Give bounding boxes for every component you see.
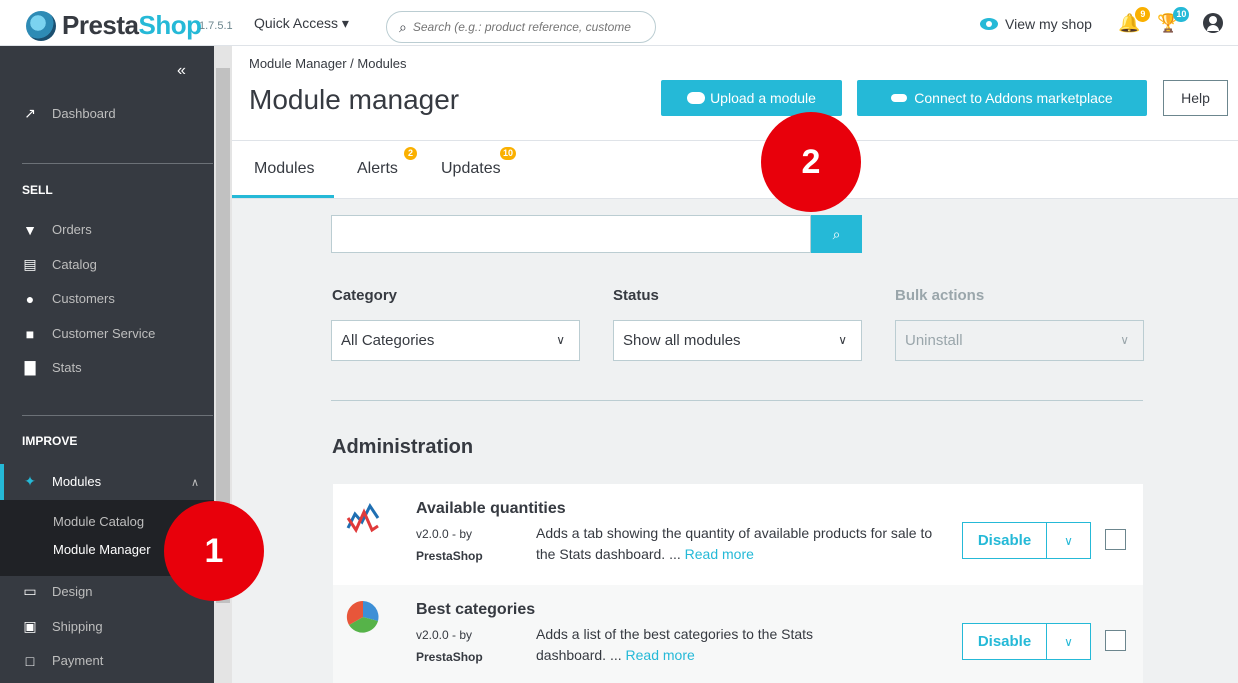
search-icon: ⌕ xyxy=(832,225,841,242)
alerts-badge: 2 xyxy=(404,147,417,160)
breadcrumb[interactable]: Module Manager / Modules xyxy=(249,56,407,71)
annotation-marker-1: 1 xyxy=(164,501,264,601)
annotation-marker-2: 2 xyxy=(761,112,861,212)
chat-icon: ■ xyxy=(25,325,35,342)
module-search-button[interactable]: ⌕ xyxy=(811,215,862,253)
sidebar-item-shipping[interactable]: ▣ Shipping xyxy=(22,618,102,634)
disable-button[interactable]: Disable xyxy=(962,522,1047,559)
category-select[interactable]: All Categories ∨ xyxy=(331,320,580,361)
chevron-down-icon: ∨ xyxy=(556,333,565,347)
module-actions-dropdown[interactable]: ∨ xyxy=(1046,623,1091,660)
sidebar-item-design[interactable]: ▭ Design xyxy=(22,583,92,599)
submenu-module-manager[interactable]: Module Manager xyxy=(53,542,151,557)
connect-addons-button[interactable]: Connect to Addons marketplace xyxy=(857,80,1147,116)
module-select-checkbox[interactable] xyxy=(1105,630,1126,651)
sidebar-item-payment[interactable]: □ Payment xyxy=(22,652,104,669)
read-more-link[interactable]: Read more xyxy=(685,546,754,562)
credit-card-icon: □ xyxy=(25,652,35,669)
monitor-icon: ▭ xyxy=(23,583,37,599)
header-search[interactable]: ⌕ xyxy=(386,11,656,43)
account-icon: ● xyxy=(25,290,35,307)
header-search-input[interactable] xyxy=(412,20,633,34)
sidebar-divider xyxy=(22,415,213,416)
brand-name: PrestaShop xyxy=(62,10,202,40)
customers-badge: 10 xyxy=(1173,7,1190,22)
sidebar-heading-sell: SELL xyxy=(22,183,53,197)
module-row: Available quantities v2.0.0 - by PrestaS… xyxy=(333,484,1143,585)
orders-badge: 9 xyxy=(1135,7,1151,22)
status-label: Status xyxy=(613,287,659,304)
upload-module-button[interactable]: Upload a module xyxy=(661,80,842,116)
sidebar-item-catalog[interactable]: ▤ Catalog xyxy=(22,256,96,272)
user-avatar-icon[interactable] xyxy=(1203,13,1223,33)
sidebar-item-dashboard[interactable]: ↗ Dashboard xyxy=(22,105,115,121)
puffin-logo-icon xyxy=(26,10,56,41)
submenu-module-catalog[interactable]: Module Catalog xyxy=(53,514,144,529)
chevron-down-icon: ∨ xyxy=(1064,634,1073,649)
module-actions-dropdown[interactable]: ∨ xyxy=(1046,522,1091,559)
key-icon xyxy=(891,94,908,102)
version-label: 1.7.5.1 xyxy=(199,20,233,32)
customers-notification-icon[interactable]: 🏆 10 xyxy=(1157,7,1190,34)
search-icon: ⌕ xyxy=(399,18,407,35)
sidebar-item-customers[interactable]: ● Customers xyxy=(22,290,115,307)
view-shop-label: View my shop xyxy=(1005,16,1092,32)
line-chart-module-icon xyxy=(346,503,380,534)
quick-access-dropdown[interactable]: Quick Access ▾ xyxy=(254,15,349,32)
read-more-link[interactable]: Read more xyxy=(626,647,695,663)
module-description: Adds a list of the best categories to th… xyxy=(536,626,814,663)
tab-modules[interactable]: Modules xyxy=(254,160,314,178)
updates-badge: 10 xyxy=(500,147,517,160)
sidebar-heading-improve: IMPROVE xyxy=(22,434,78,448)
store-icon: ▤ xyxy=(23,256,37,272)
disable-button[interactable]: Disable xyxy=(962,623,1047,660)
sidebar-item-stats[interactable]: ▇ Stats xyxy=(22,359,82,375)
tab-alerts[interactable]: Alerts xyxy=(357,160,398,178)
module-description: Adds a tab showing the quantity of avail… xyxy=(536,525,933,562)
chevron-down-icon: ∨ xyxy=(1120,333,1129,347)
chevron-up-icon[interactable]: ∧ xyxy=(191,476,199,489)
truck-icon: ▣ xyxy=(23,618,37,634)
sidebar-item-orders[interactable]: ▼ Orders xyxy=(22,221,92,238)
tab-updates[interactable]: Updates xyxy=(441,160,501,178)
section-divider xyxy=(331,400,1143,401)
pie-chart-module-icon xyxy=(346,600,379,633)
status-select[interactable]: Show all modules ∨ xyxy=(613,320,862,361)
top-header: PrestaShop 1.7.5.1 Quick Access ▾ ⌕ View… xyxy=(0,0,1238,46)
module-select-checkbox[interactable] xyxy=(1105,529,1126,550)
page-title: Module manager xyxy=(249,84,460,115)
chevron-down-icon: ∨ xyxy=(838,333,847,347)
module-name[interactable]: Available quantities xyxy=(416,500,566,518)
sidebar-item-modules[interactable]: ✦ Modules xyxy=(22,473,101,489)
eye-icon xyxy=(980,18,998,30)
bulk-actions-select: Uninstall ∨ xyxy=(895,320,1144,361)
module-author: PrestaShop xyxy=(416,650,483,664)
module-search-input[interactable] xyxy=(331,215,811,253)
module-author: PrestaShop xyxy=(416,549,483,563)
view-my-shop-link[interactable]: View my shop xyxy=(980,16,1092,32)
help-button[interactable]: Help xyxy=(1163,80,1228,116)
category-label: Category xyxy=(332,287,398,304)
bulk-actions-label: Bulk actions xyxy=(895,287,985,304)
basket-icon: ▼ xyxy=(23,221,37,238)
collapse-sidebar-icon[interactable]: « xyxy=(177,62,186,80)
module-row: Best categories v2.0.0 - by PrestaShop A… xyxy=(333,585,1143,683)
sidebar-item-customer-service[interactable]: ■ Customer Service xyxy=(22,325,156,342)
orders-notification-icon[interactable]: 🔔 9 xyxy=(1118,7,1151,34)
active-tab-indicator xyxy=(232,195,334,198)
bar-chart-icon: ▇ xyxy=(24,359,36,375)
module-version: v2.0.0 - by xyxy=(416,527,473,541)
prestashop-logo[interactable]: PrestaShop xyxy=(26,10,202,41)
module-version: v2.0.0 - by xyxy=(416,628,473,642)
sidebar-divider xyxy=(22,163,213,164)
section-title-administration: Administration xyxy=(332,436,474,458)
chevron-down-icon: ∨ xyxy=(1064,533,1073,548)
cloud-upload-icon xyxy=(687,92,706,104)
puzzle-icon: ✦ xyxy=(24,473,36,489)
module-name[interactable]: Best categories xyxy=(416,601,535,619)
trend-icon: ↗ xyxy=(24,105,36,121)
